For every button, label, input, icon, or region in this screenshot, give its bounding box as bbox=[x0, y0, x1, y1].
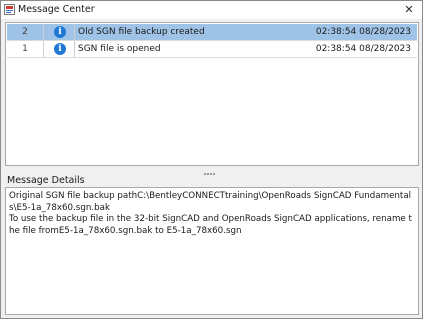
message-row[interactable]: 1 i SGN file is opened 02:38:54 08/28/20… bbox=[7, 41, 417, 57]
splitter-handle[interactable] bbox=[204, 168, 218, 175]
details-line: Original SGN file backup pathC:\BentleyC… bbox=[9, 191, 412, 213]
window-title: Message Center bbox=[18, 4, 95, 15]
icon-cell: i bbox=[44, 41, 75, 57]
message-text: Old SGN file backup created bbox=[78, 27, 205, 37]
message-number: 2 bbox=[7, 24, 44, 40]
icon-cell: i bbox=[44, 24, 75, 40]
message-center-app-icon bbox=[4, 4, 15, 15]
title-bar: Message Center ✕ bbox=[1, 1, 422, 19]
close-button[interactable]: ✕ bbox=[402, 3, 416, 17]
message-center-window: Message Center ✕ 2 i Old SGN file backup… bbox=[0, 0, 423, 319]
details-line: To use the backup file in the 32-bit Sig… bbox=[9, 214, 412, 236]
message-details-label: Message Details bbox=[7, 175, 85, 186]
message-text: SGN file is opened bbox=[78, 44, 161, 54]
message-row[interactable]: 2 i Old SGN file backup created 02:38:54… bbox=[7, 24, 417, 40]
message-number: 1 bbox=[7, 41, 44, 57]
info-icon: i bbox=[54, 26, 66, 38]
row-divider bbox=[7, 57, 417, 58]
message-list[interactable]: 2 i Old SGN file backup created 02:38:54… bbox=[5, 22, 419, 166]
info-icon: i bbox=[54, 43, 66, 55]
message-timestamp: 02:38:54 08/28/2023 bbox=[315, 27, 411, 37]
message-timestamp: 02:38:54 08/28/2023 bbox=[315, 44, 411, 54]
message-details-text[interactable]: Original SGN file backup pathC:\BentleyC… bbox=[5, 187, 419, 315]
